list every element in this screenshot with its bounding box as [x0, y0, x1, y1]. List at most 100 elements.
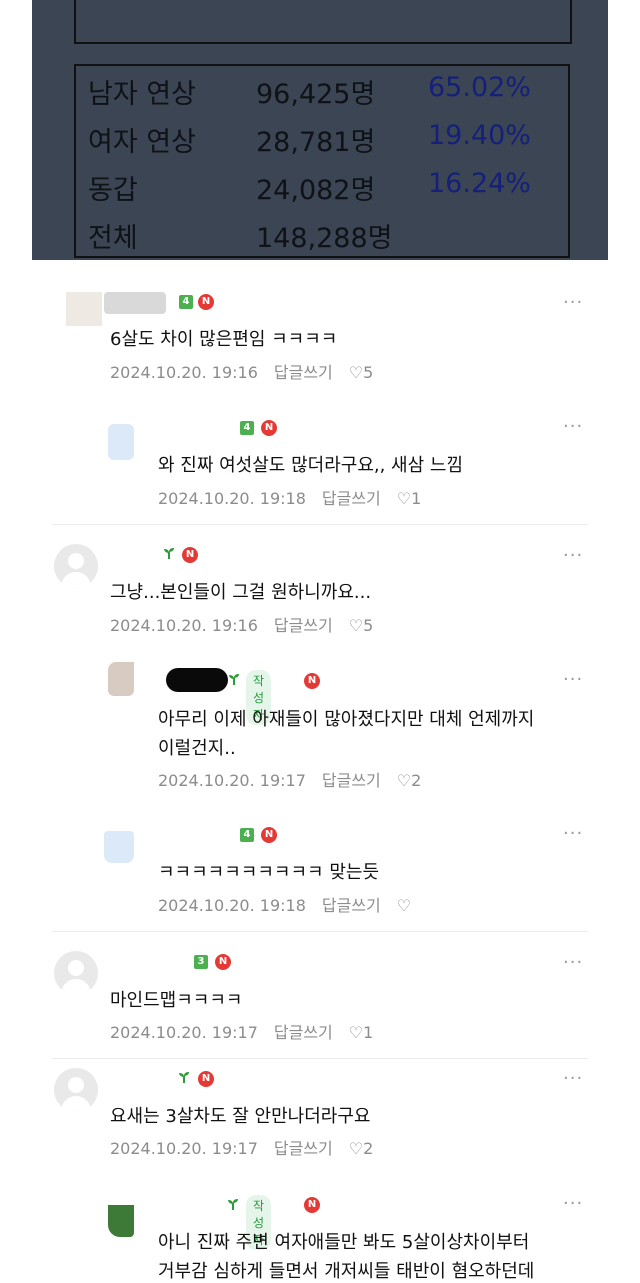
like-button[interactable]: ♡5	[349, 616, 374, 635]
comment-date: 2024.10.20. 19:18	[158, 896, 306, 915]
reply-button[interactable]: 답글쓰기	[274, 616, 333, 635]
statistics-photo: 남자 연상 96,425명 65.02% 여자 연상 28,781명 19.40…	[32, 0, 608, 260]
stats-percent: 16.24%	[428, 168, 531, 199]
like-button[interactable]: ♡1	[397, 489, 422, 508]
avatar[interactable]	[54, 951, 98, 995]
like-count: 1	[363, 1023, 374, 1042]
new-badge: N	[182, 547, 198, 563]
new-badge: N	[261, 420, 277, 436]
new-badge: N	[198, 1071, 214, 1087]
avatar[interactable]	[66, 292, 102, 326]
more-options-icon[interactable]: ···	[563, 952, 583, 973]
sprout-icon	[162, 546, 176, 564]
new-badge: N	[215, 954, 231, 970]
author-name[interactable]	[104, 292, 166, 314]
avatar[interactable]	[108, 424, 134, 460]
like-button[interactable]: ♡	[397, 896, 411, 915]
stats-percent: 19.40%	[428, 120, 531, 151]
reply-button[interactable]: 답글쓰기	[274, 1023, 333, 1042]
more-options-icon[interactable]: ···	[563, 823, 583, 844]
heart-icon: ♡	[396, 771, 412, 790]
reply-button[interactable]: 답글쓰기	[322, 896, 381, 915]
like-button[interactable]: ♡2	[349, 1139, 374, 1158]
comment-text: ㅋㅋㅋㅋㅋㅋㅋㅋㅋㅋ 맞는듯	[158, 862, 380, 883]
more-options-icon[interactable]: ···	[563, 1193, 583, 1214]
comment-text: 와 진짜 여섯살도 많더라구요,, 새삼 느낌	[158, 455, 464, 476]
more-options-icon[interactable]: ···	[563, 545, 583, 566]
avatar[interactable]	[108, 1205, 134, 1237]
reply-button[interactable]: 답글쓰기	[274, 363, 333, 382]
stats-count: 28,781명	[256, 127, 376, 158]
comment-text: 마인드맵ㅋㅋㅋㅋ	[110, 990, 243, 1011]
sprout-icon	[226, 1197, 240, 1215]
avatar[interactable]	[54, 544, 98, 588]
reply-button[interactable]: 답글쓰기	[274, 1139, 333, 1158]
like-count: 5	[363, 616, 374, 635]
new-badge: N	[198, 294, 214, 310]
like-button[interactable]: ♡2	[397, 771, 422, 790]
new-badge: N	[261, 827, 277, 843]
heart-icon: ♡	[348, 1139, 364, 1158]
reply-button[interactable]: 답글쓰기	[322, 771, 381, 790]
like-count: 2	[363, 1139, 374, 1158]
stats-table: 남자 연상 96,425명 65.02% 여자 연상 28,781명 19.40…	[74, 64, 570, 258]
divider	[52, 524, 588, 525]
comment-text-line1: 아니 진짜 주변 여자애들만 봐도 5살이상차이부터	[158, 1232, 530, 1253]
level-badge: 4	[179, 295, 193, 309]
comment-meta: 2024.10.20. 19:17 답글쓰기 ♡2	[110, 1135, 373, 1159]
comment-text: 그냥...본인들이 그걸 원하니까요...	[110, 582, 372, 603]
sprout-icon	[177, 1070, 191, 1088]
more-options-icon[interactable]: ···	[563, 669, 583, 690]
comment-date: 2024.10.20. 19:18	[158, 489, 306, 508]
more-options-icon[interactable]: ···	[563, 416, 583, 437]
more-options-icon[interactable]: ···	[563, 292, 583, 313]
comment-text: 6살도 차이 많은편임 ㅋㅋㅋㅋ	[110, 329, 338, 350]
comment-meta: 2024.10.20. 19:17 답글쓰기 ♡2	[158, 767, 421, 791]
comment-meta: 2024.10.20. 19:18 답글쓰기 ♡	[158, 892, 411, 916]
comment-meta: 2024.10.20. 19:17 답글쓰기 ♡1	[110, 1019, 373, 1043]
comment-date: 2024.10.20. 19:16	[110, 616, 258, 635]
comment-meta: 2024.10.20. 19:16 답글쓰기 ♡5	[110, 612, 373, 636]
stats-count: 148,288명	[256, 223, 393, 254]
comment-text-line1: 아무리 이제 아재들이 많아졌다지만 대체 언제까지	[158, 709, 535, 730]
comment-meta: 2024.10.20. 19:18 답글쓰기 ♡1	[158, 485, 421, 509]
comment-date: 2024.10.20. 19:17	[110, 1023, 258, 1042]
comment-date: 2024.10.20. 19:17	[110, 1139, 258, 1158]
level-badge: 4	[240, 828, 254, 842]
new-badge: N	[304, 1197, 320, 1213]
comment-date: 2024.10.20. 19:17	[158, 771, 306, 790]
comment-text-line2: 거부감 심하게 들면서 개저씨들 태반이 혐오하던데	[158, 1261, 535, 1282]
comment-text: 요새는 3살차도 잘 안만나더라구요	[110, 1106, 371, 1127]
divider	[52, 1058, 588, 1059]
stats-percent: 65.02%	[428, 72, 531, 103]
like-count: 1	[411, 489, 422, 508]
sprout-icon	[227, 672, 241, 690]
reply-button[interactable]: 답글쓰기	[322, 489, 381, 508]
avatar[interactable]	[54, 1068, 98, 1112]
like-count: 2	[411, 771, 422, 790]
heart-icon: ♡	[348, 363, 364, 382]
new-badge: N	[304, 673, 320, 689]
stats-label: 여자 연상	[88, 127, 196, 158]
heart-icon: ♡	[348, 1023, 364, 1042]
photo-upper-table	[74, 0, 572, 44]
avatar[interactable]	[108, 662, 134, 696]
heart-icon: ♡	[396, 896, 412, 915]
avatar[interactable]	[104, 831, 134, 863]
level-badge: 4	[240, 421, 254, 435]
like-button[interactable]: ♡5	[349, 363, 374, 382]
comment-date: 2024.10.20. 19:16	[110, 363, 258, 382]
like-count: 5	[363, 363, 374, 382]
heart-icon: ♡	[348, 616, 364, 635]
level-badge: 3	[194, 955, 208, 969]
like-button[interactable]: ♡1	[349, 1023, 374, 1042]
stats-label: 전체	[88, 223, 138, 254]
stats-label: 동갑	[88, 175, 138, 206]
comment-text-line2: 이럴건지..	[158, 738, 236, 759]
comment-meta: 2024.10.20. 19:16 답글쓰기 ♡5	[110, 359, 373, 383]
more-options-icon[interactable]: ···	[563, 1068, 583, 1089]
author-name[interactable]	[166, 668, 228, 692]
stats-count: 24,082명	[256, 175, 376, 206]
divider	[52, 931, 588, 932]
stats-label: 남자 연상	[88, 79, 196, 110]
